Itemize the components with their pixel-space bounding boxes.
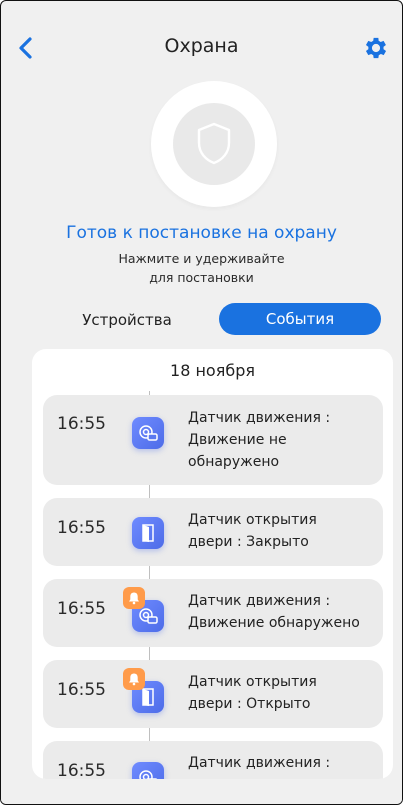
page-title: Охрана — [164, 35, 239, 57]
event-time: 16:55 — [57, 761, 106, 779]
event-text-line: Датчик движения : — [188, 755, 331, 771]
bottom-area — [1, 781, 402, 804]
motion-sensor-icon — [132, 417, 164, 449]
event-text: Датчик движения : — [188, 752, 330, 774]
events-date: 18 ноября — [170, 361, 255, 380]
arm-hint: Нажмите и удерживайте для постановки — [1, 249, 402, 287]
screen: Охрана Готов к постановке на охрану Нажм… — [0, 0, 403, 805]
event-time: 16:55 — [57, 414, 106, 434]
tab-devices[interactable]: Устройства — [63, 304, 191, 336]
event-text-line: Датчик движения : — [188, 410, 331, 426]
event-text: Датчик движения : Движение не обнаружено — [188, 407, 330, 473]
event-item[interactable]: 16:55 Датчик движения : Движение не обна… — [43, 395, 383, 485]
door-sensor-icon — [132, 517, 164, 549]
alarm-bell-icon — [123, 668, 145, 690]
event-text-line: Датчик движения : — [188, 593, 331, 609]
event-time: 16:55 — [57, 680, 106, 700]
event-text-line: Датчик открытия — [188, 512, 317, 528]
gear-icon — [365, 37, 387, 59]
event-text-line: Движение обнаружено — [188, 615, 360, 631]
event-text: Датчик движения : Движение обнаружено — [188, 590, 360, 634]
event-text: Датчик открытия двери : Открыто — [188, 671, 317, 715]
event-text: Датчик открытия двери : Закрыто — [188, 509, 317, 553]
event-text-line: Движение не — [188, 432, 287, 448]
arm-hint-line1: Нажмите и удерживайте — [118, 251, 285, 266]
arm-status-title: Готов к постановке на охрану — [66, 223, 337, 243]
event-item[interactable]: 16:55 Датчик движения : Движение обнаруж… — [43, 579, 383, 647]
event-time: 16:55 — [57, 518, 106, 538]
event-text-line: двери : Закрыто — [188, 534, 309, 550]
header: Охрана — [1, 1, 402, 93]
event-time: 16:55 — [57, 599, 106, 619]
event-item[interactable]: 16:55 Датчик открытия двери : Открыто — [43, 660, 383, 728]
settings-button[interactable] — [362, 34, 390, 62]
motion-sensor-icon — [132, 762, 164, 779]
arm-button[interactable] — [151, 81, 277, 207]
arm-button-inner — [173, 103, 255, 185]
event-text-line: двери : Открыто — [188, 696, 311, 712]
event-item[interactable]: 16:55 Датчик движения : — [43, 741, 383, 779]
event-item[interactable]: 16:55 Датчик открытия двери : Закрыто — [43, 498, 383, 566]
shield-icon — [197, 122, 231, 165]
tab-events[interactable]: События — [219, 303, 381, 335]
event-text-line: Датчик открытия — [188, 674, 317, 690]
arm-hint-line2: для постановки — [149, 270, 254, 285]
events-card: 18 ноября 16:55 Датчик движения : Движен… — [32, 349, 393, 779]
event-text-line: обнаружено — [188, 454, 280, 470]
alarm-bell-icon — [123, 587, 145, 609]
